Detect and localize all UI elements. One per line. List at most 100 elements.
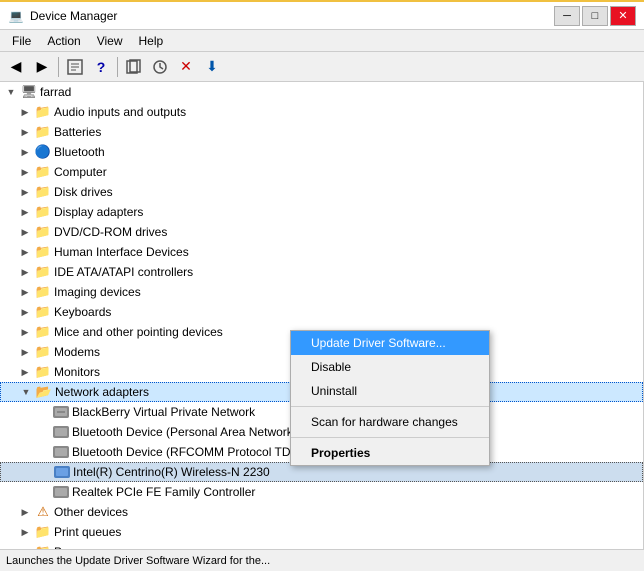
bberry-icon <box>53 404 69 420</box>
keyboards-chevron <box>18 305 32 319</box>
netadapters-icon: 📂 <box>36 384 52 400</box>
bluetooth-icon: 🔵 <box>35 144 51 160</box>
tree-item-other[interactable]: ⚠ Other devices <box>0 502 643 522</box>
toolbar: ◀ ▶ ? ✕ ⬇ <box>0 52 644 82</box>
intel-label: Intel(R) Centrino(R) Wireless-N 2230 <box>73 465 270 479</box>
menu-help[interactable]: Help <box>131 32 172 50</box>
help-button[interactable]: ? <box>89 55 113 79</box>
btrfcomm-label: Bluetooth Device (RFCOMM Protocol TDI) <box>72 445 298 459</box>
tree-item-bluetooth[interactable]: 🔵 Bluetooth <box>0 142 643 162</box>
dvd-icon: 📁 <box>35 224 51 240</box>
tree-item-print[interactable]: 📁 Print queues <box>0 522 643 542</box>
batteries-icon: 📁 <box>35 124 51 140</box>
menu-file[interactable]: File <box>4 32 39 50</box>
update-button[interactable]: ⬇ <box>200 55 224 79</box>
keyboards-icon: 📁 <box>35 304 51 320</box>
minimize-button[interactable]: ─ <box>554 6 580 26</box>
btpa-icon <box>53 424 69 440</box>
ctx-scan[interactable]: Scan for hardware changes <box>291 410 489 434</box>
root-chevron <box>4 85 18 99</box>
scan-hardware-button[interactable] <box>148 55 172 79</box>
intel-icon <box>54 464 70 480</box>
tree-view[interactable]: 🖥 farrad 📁 Audio inputs and outputs 📁 Ba… <box>0 82 644 549</box>
disk-icon: 📁 <box>35 184 51 200</box>
tree-root[interactable]: 🖥 farrad <box>0 82 643 102</box>
other-chevron <box>18 505 32 519</box>
bberry-label: BlackBerry Virtual Private Network <box>72 405 255 419</box>
bluetooth-chevron <box>18 145 32 159</box>
tree-item-realtek[interactable]: Realtek PCIe FE Family Controller <box>0 482 643 502</box>
status-text: Launches the Update Driver Software Wiza… <box>6 555 270 567</box>
processors-icon: 📁 <box>35 544 51 549</box>
tree-item-imaging[interactable]: 📁 Imaging devices <box>0 282 643 302</box>
realtek-label: Realtek PCIe FE Family Controller <box>72 485 255 499</box>
menu-action[interactable]: Action <box>39 32 88 50</box>
tree-item-hid[interactable]: 📁 Human Interface Devices <box>0 242 643 262</box>
back-button[interactable]: ◀ <box>4 55 28 79</box>
ctx-sep-1 <box>291 406 489 407</box>
hid-icon: 📁 <box>35 244 51 260</box>
close-button[interactable]: ✕ <box>610 6 636 26</box>
title-text: Device Manager <box>30 9 554 23</box>
print-label: Print queues <box>54 525 121 539</box>
computer-label: Computer <box>54 165 107 179</box>
uninstall-button[interactable]: ✕ <box>174 55 198 79</box>
root-icon: 🖥 <box>21 84 37 100</box>
computer-chevron <box>18 165 32 179</box>
dvd-chevron <box>18 225 32 239</box>
disk-label: Disk drives <box>54 185 113 199</box>
scan-button[interactable] <box>122 55 146 79</box>
tree-item-audio[interactable]: 📁 Audio inputs and outputs <box>0 102 643 122</box>
netadapters-chevron <box>19 385 33 399</box>
netadapters-label: Network adapters <box>55 385 149 399</box>
tree-item-disk[interactable]: 📁 Disk drives <box>0 182 643 202</box>
tree-item-processors[interactable]: 📁 Processors <box>0 542 643 549</box>
forward-button[interactable]: ▶ <box>30 55 54 79</box>
mice-chevron <box>18 325 32 339</box>
ide-label: IDE ATA/ATAPI controllers <box>54 265 193 279</box>
tree-item-display[interactable]: 📁 Display adapters <box>0 202 643 222</box>
ide-icon: 📁 <box>35 264 51 280</box>
modems-chevron <box>18 345 32 359</box>
hid-chevron <box>18 245 32 259</box>
toolbar-sep-1 <box>58 57 59 77</box>
ctx-update[interactable]: Update Driver Software... <box>291 331 489 355</box>
processors-chevron <box>18 545 32 549</box>
display-label: Display adapters <box>54 205 143 219</box>
imaging-icon: 📁 <box>35 284 51 300</box>
maximize-button[interactable]: □ <box>582 6 608 26</box>
other-label: Other devices <box>54 505 128 519</box>
dvd-label: DVD/CD-ROM drives <box>54 225 167 239</box>
menu-bar: File Action View Help <box>0 30 644 52</box>
tree-item-dvd[interactable]: 📁 DVD/CD-ROM drives <box>0 222 643 242</box>
audio-label: Audio inputs and outputs <box>54 105 186 119</box>
computer-icon: 📁 <box>35 164 51 180</box>
realtek-icon <box>53 484 69 500</box>
monitors-label: Monitors <box>54 365 100 379</box>
tree-item-computer[interactable]: 📁 Computer <box>0 162 643 182</box>
main-area: 🖥 farrad 📁 Audio inputs and outputs 📁 Ba… <box>0 82 644 549</box>
mice-label: Mice and other pointing devices <box>54 325 223 339</box>
display-chevron <box>18 205 32 219</box>
modems-icon: 📁 <box>35 344 51 360</box>
ctx-sep-2 <box>291 437 489 438</box>
root-label: farrad <box>40 85 71 99</box>
ctx-disable[interactable]: Disable <box>291 355 489 379</box>
monitors-icon: 📁 <box>35 364 51 380</box>
menu-view[interactable]: View <box>89 32 131 50</box>
tree-item-ide[interactable]: 📁 IDE ATA/ATAPI controllers <box>0 262 643 282</box>
audio-chevron <box>18 105 32 119</box>
monitors-chevron <box>18 365 32 379</box>
keyboards-label: Keyboards <box>54 305 111 319</box>
bluetooth-label: Bluetooth <box>54 145 105 159</box>
mice-icon: 📁 <box>35 324 51 340</box>
show-properties-button[interactable] <box>63 55 87 79</box>
btpa-label: Bluetooth Device (Personal Area Network) <box>72 425 297 439</box>
tree-item-keyboards[interactable]: 📁 Keyboards <box>0 302 643 322</box>
ctx-uninstall[interactable]: Uninstall <box>291 379 489 403</box>
ctx-properties[interactable]: Properties <box>291 441 489 465</box>
tree-item-batteries[interactable]: 📁 Batteries <box>0 122 643 142</box>
context-menu: Update Driver Software... Disable Uninst… <box>290 330 490 466</box>
display-icon: 📁 <box>35 204 51 220</box>
app-icon: 💻 <box>8 8 24 24</box>
